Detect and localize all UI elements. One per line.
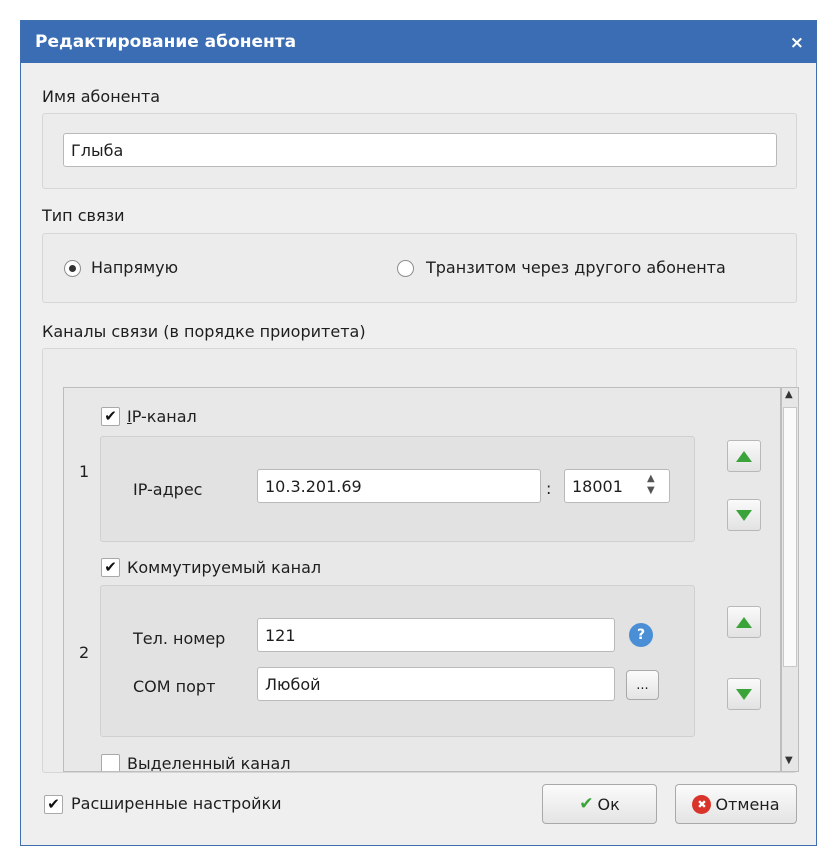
channels-scrollbar[interactable]: ▲ ▼	[781, 387, 799, 772]
checkmark-icon: ✔	[579, 794, 594, 814]
arrow-up-icon	[736, 451, 752, 462]
ok-button[interactable]: ✔ Ок	[542, 784, 657, 824]
close-icon[interactable]: ×	[790, 33, 804, 53]
ip-channel-label[interactable]: IP-канал	[127, 407, 197, 426]
dialup-channel-label[interactable]: Коммутируемый канал	[127, 558, 321, 577]
ip-channel-box: IP-адрес 10.3.201.69 : 18001 ▲ ▼	[100, 436, 695, 542]
browse-com-port-button[interactable]: ...	[626, 670, 659, 700]
channel-index-2: 2	[79, 643, 90, 662]
arrow-up-icon	[736, 617, 752, 628]
ip-address-label: IP-адрес	[133, 480, 203, 499]
connection-type-label: Тип связи	[42, 206, 125, 225]
move-down-button-2[interactable]	[727, 678, 761, 710]
help-icon[interactable]: ?	[629, 623, 653, 647]
ip-channel-label-rest: P-канал	[131, 407, 197, 426]
port-separator: :	[546, 479, 552, 498]
radio-transit[interactable]	[397, 260, 414, 277]
dialog-title: Редактирование абонента	[35, 32, 297, 52]
scrollbar-thumb[interactable]	[783, 407, 797, 667]
dedicated-channel-label[interactable]: Выделенный канал	[127, 754, 291, 771]
channels-scroll-area: ✔ IP-канал 1 IP-адрес 10.3.201.69 : 1800…	[63, 387, 781, 772]
title-bar: Редактирование абонента ×	[21, 21, 816, 63]
dialup-channel-box: Тел. номер 121 ? COM порт Любой ...	[100, 585, 695, 737]
cancel-button[interactable]: ✖ Отмена	[675, 784, 797, 824]
ip-address-input[interactable]: 10.3.201.69	[257, 469, 541, 503]
name-group: Глыба	[42, 113, 797, 189]
scroll-up-icon[interactable]: ▲	[785, 389, 793, 400]
subscriber-name-label: Имя абонента	[42, 87, 161, 106]
scroll-down-icon[interactable]: ▼	[785, 755, 793, 766]
arrow-down-icon	[736, 510, 752, 521]
channel-index-1: 1	[79, 462, 90, 481]
phone-number-input[interactable]: 121	[257, 618, 615, 652]
com-port-input[interactable]: Любой	[257, 667, 615, 701]
radio-direct-label[interactable]: Напрямую	[91, 258, 178, 277]
advanced-settings-checkbox[interactable]: ✔	[44, 795, 63, 814]
radio-direct[interactable]	[64, 260, 81, 277]
ip-channel-checkbox[interactable]: ✔	[101, 407, 120, 426]
connection-type-group: Напрямую Транзитом через другого абонент…	[42, 233, 797, 303]
edit-subscriber-dialog: Редактирование абонента × Имя абонента Г…	[20, 20, 817, 846]
spin-arrows-icon[interactable]: ▲ ▼	[647, 473, 655, 497]
advanced-settings-label[interactable]: Расширенные настройки	[71, 794, 282, 813]
phone-number-label: Тел. номер	[133, 629, 226, 648]
dedicated-channel-checkbox[interactable]	[101, 754, 120, 771]
ok-button-label: Ок	[597, 794, 620, 814]
move-down-button-1[interactable]	[727, 499, 761, 531]
radio-transit-label[interactable]: Транзитом через другого абонента	[426, 258, 726, 277]
move-up-button-1[interactable]	[727, 440, 761, 472]
subscriber-name-input[interactable]: Глыба	[63, 133, 777, 167]
cancel-button-label: Отмена	[715, 794, 780, 814]
channels-label: Каналы связи (в порядке приоритета)	[42, 322, 366, 341]
com-port-label: COM порт	[133, 677, 216, 696]
cancel-icon: ✖	[692, 794, 712, 814]
move-up-button-2[interactable]	[727, 606, 761, 638]
arrow-down-icon	[736, 689, 752, 700]
dialup-channel-checkbox[interactable]: ✔	[101, 558, 120, 577]
